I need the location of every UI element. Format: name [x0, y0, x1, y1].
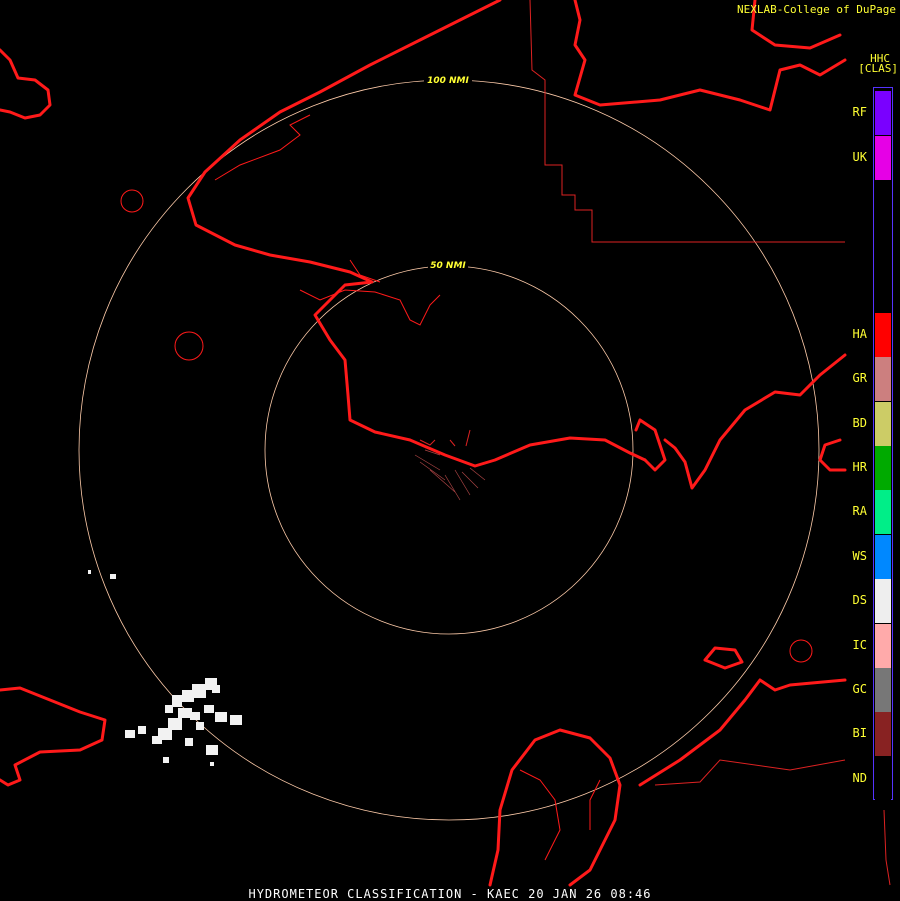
- shoreline-details: [120, 114, 813, 861]
- legend-label-ic: IC: [852, 638, 867, 652]
- legend-swatch-nd: [875, 757, 891, 801]
- legend-swatch-ws: [875, 535, 891, 579]
- legend-label-bi: BI: [852, 726, 867, 740]
- legend-label-ra: RA: [852, 504, 867, 518]
- ring-labels: 100 NMI 50 NMI: [424, 74, 472, 271]
- radar-map: 100 NMI 50 NMI: [0, 0, 891, 887]
- product-abbrev: [CLAS]: [858, 62, 898, 75]
- legend-label-ws: WS: [852, 549, 867, 563]
- product-title: HYDROMETEOR CLASSIFICATION - KAEC 20 JAN…: [248, 887, 652, 901]
- legend-label-uk: UK: [852, 150, 867, 164]
- legend-swatch-ra: [875, 490, 891, 534]
- radar-echoes: [88, 570, 242, 766]
- legend-label-rf: RF: [852, 105, 867, 119]
- legend-swatch-bi: [875, 712, 891, 756]
- legend-swatch-ha: [875, 313, 891, 357]
- ring-label-50: 50 NMI: [430, 261, 466, 271]
- legend-label-ds: DS: [852, 593, 867, 607]
- legend-swatch-bd: [875, 402, 891, 446]
- state-borders: [419, 0, 891, 886]
- credit-text: NEXLAB-College of DuPage: [737, 3, 896, 16]
- legend-label-ha: HA: [852, 327, 867, 341]
- legend-swatch-hr: [875, 446, 891, 490]
- legend-swatch-rf: [875, 91, 891, 135]
- legend-swatch-ic: [875, 624, 891, 668]
- legend-label-bd: BD: [852, 416, 867, 430]
- legend-swatch-ds: [875, 579, 891, 623]
- ring-label-100: 100 NMI: [427, 76, 469, 86]
- legend-label-nd: ND: [852, 771, 867, 785]
- legend-label-gr: GR: [852, 371, 867, 385]
- coastlines: [0, 0, 847, 887]
- legend-label-hr: HR: [852, 460, 867, 474]
- legend-swatch-gr: [875, 357, 891, 401]
- legend-swatch-gc: [875, 668, 891, 712]
- legend-swatch-uk: [875, 136, 891, 180]
- legend-colorbar: [873, 87, 893, 801]
- legend-label-gc: GC: [852, 682, 867, 696]
